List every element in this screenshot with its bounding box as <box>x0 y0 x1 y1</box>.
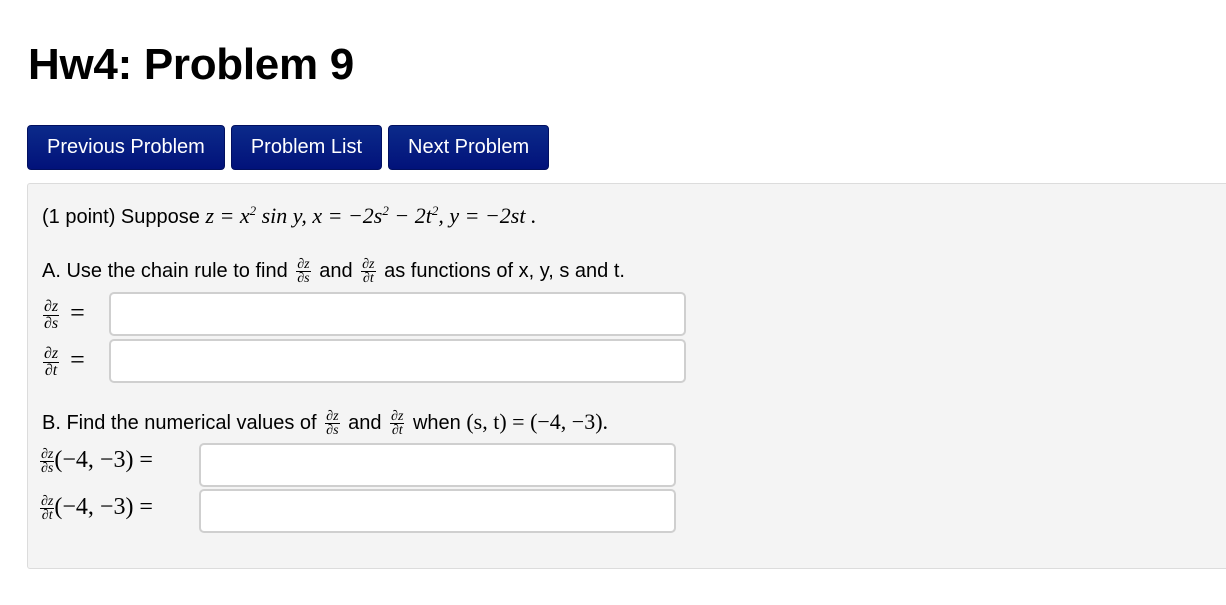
points-label: (1 point) Suppose <box>42 206 200 228</box>
problem-statement: (1 point) Suppose z = x2 sin y, x = −2s2… <box>42 203 536 229</box>
next-problem-button[interactable]: Next Problem <box>388 125 550 170</box>
problem-navigation: Previous Problem Problem List Next Probl… <box>27 125 550 170</box>
problem-list-button[interactable]: Problem List <box>230 125 382 170</box>
dz-dt-value-input[interactable] <box>199 489 676 533</box>
part-b-label-dt: ∂z ∂t (−4, −3) = <box>40 494 153 524</box>
dz-ds-answer-input[interactable] <box>109 292 686 336</box>
dz-ds-fraction: ∂z ∂s <box>296 257 311 286</box>
z-definition: z = x2 sin y, x = −2s2 − 2t2, y = −2st . <box>205 203 537 228</box>
part-a-label-dt: ∂z ∂t = <box>43 345 85 380</box>
page-title: Hw4: Problem 9 <box>28 40 354 89</box>
dz-ds-value-input[interactable] <box>199 443 676 487</box>
part-a-label-ds: ∂z ∂s = <box>43 298 85 333</box>
part-b-label-ds: ∂z ∂s (−4, −3) = <box>40 447 153 477</box>
previous-problem-button[interactable]: Previous Problem <box>27 125 225 170</box>
dz-dt-fraction: ∂z ∂t <box>361 257 376 286</box>
dz-dt-answer-input[interactable] <box>109 339 686 383</box>
part-b-prompt: B. Find the numerical values of ∂z ∂s and… <box>42 409 609 439</box>
evaluation-point: (s, t) = (−4, −3). <box>466 409 609 434</box>
part-a-prompt: A. Use the chain rule to find ∂z ∂s and ∂… <box>42 257 625 286</box>
